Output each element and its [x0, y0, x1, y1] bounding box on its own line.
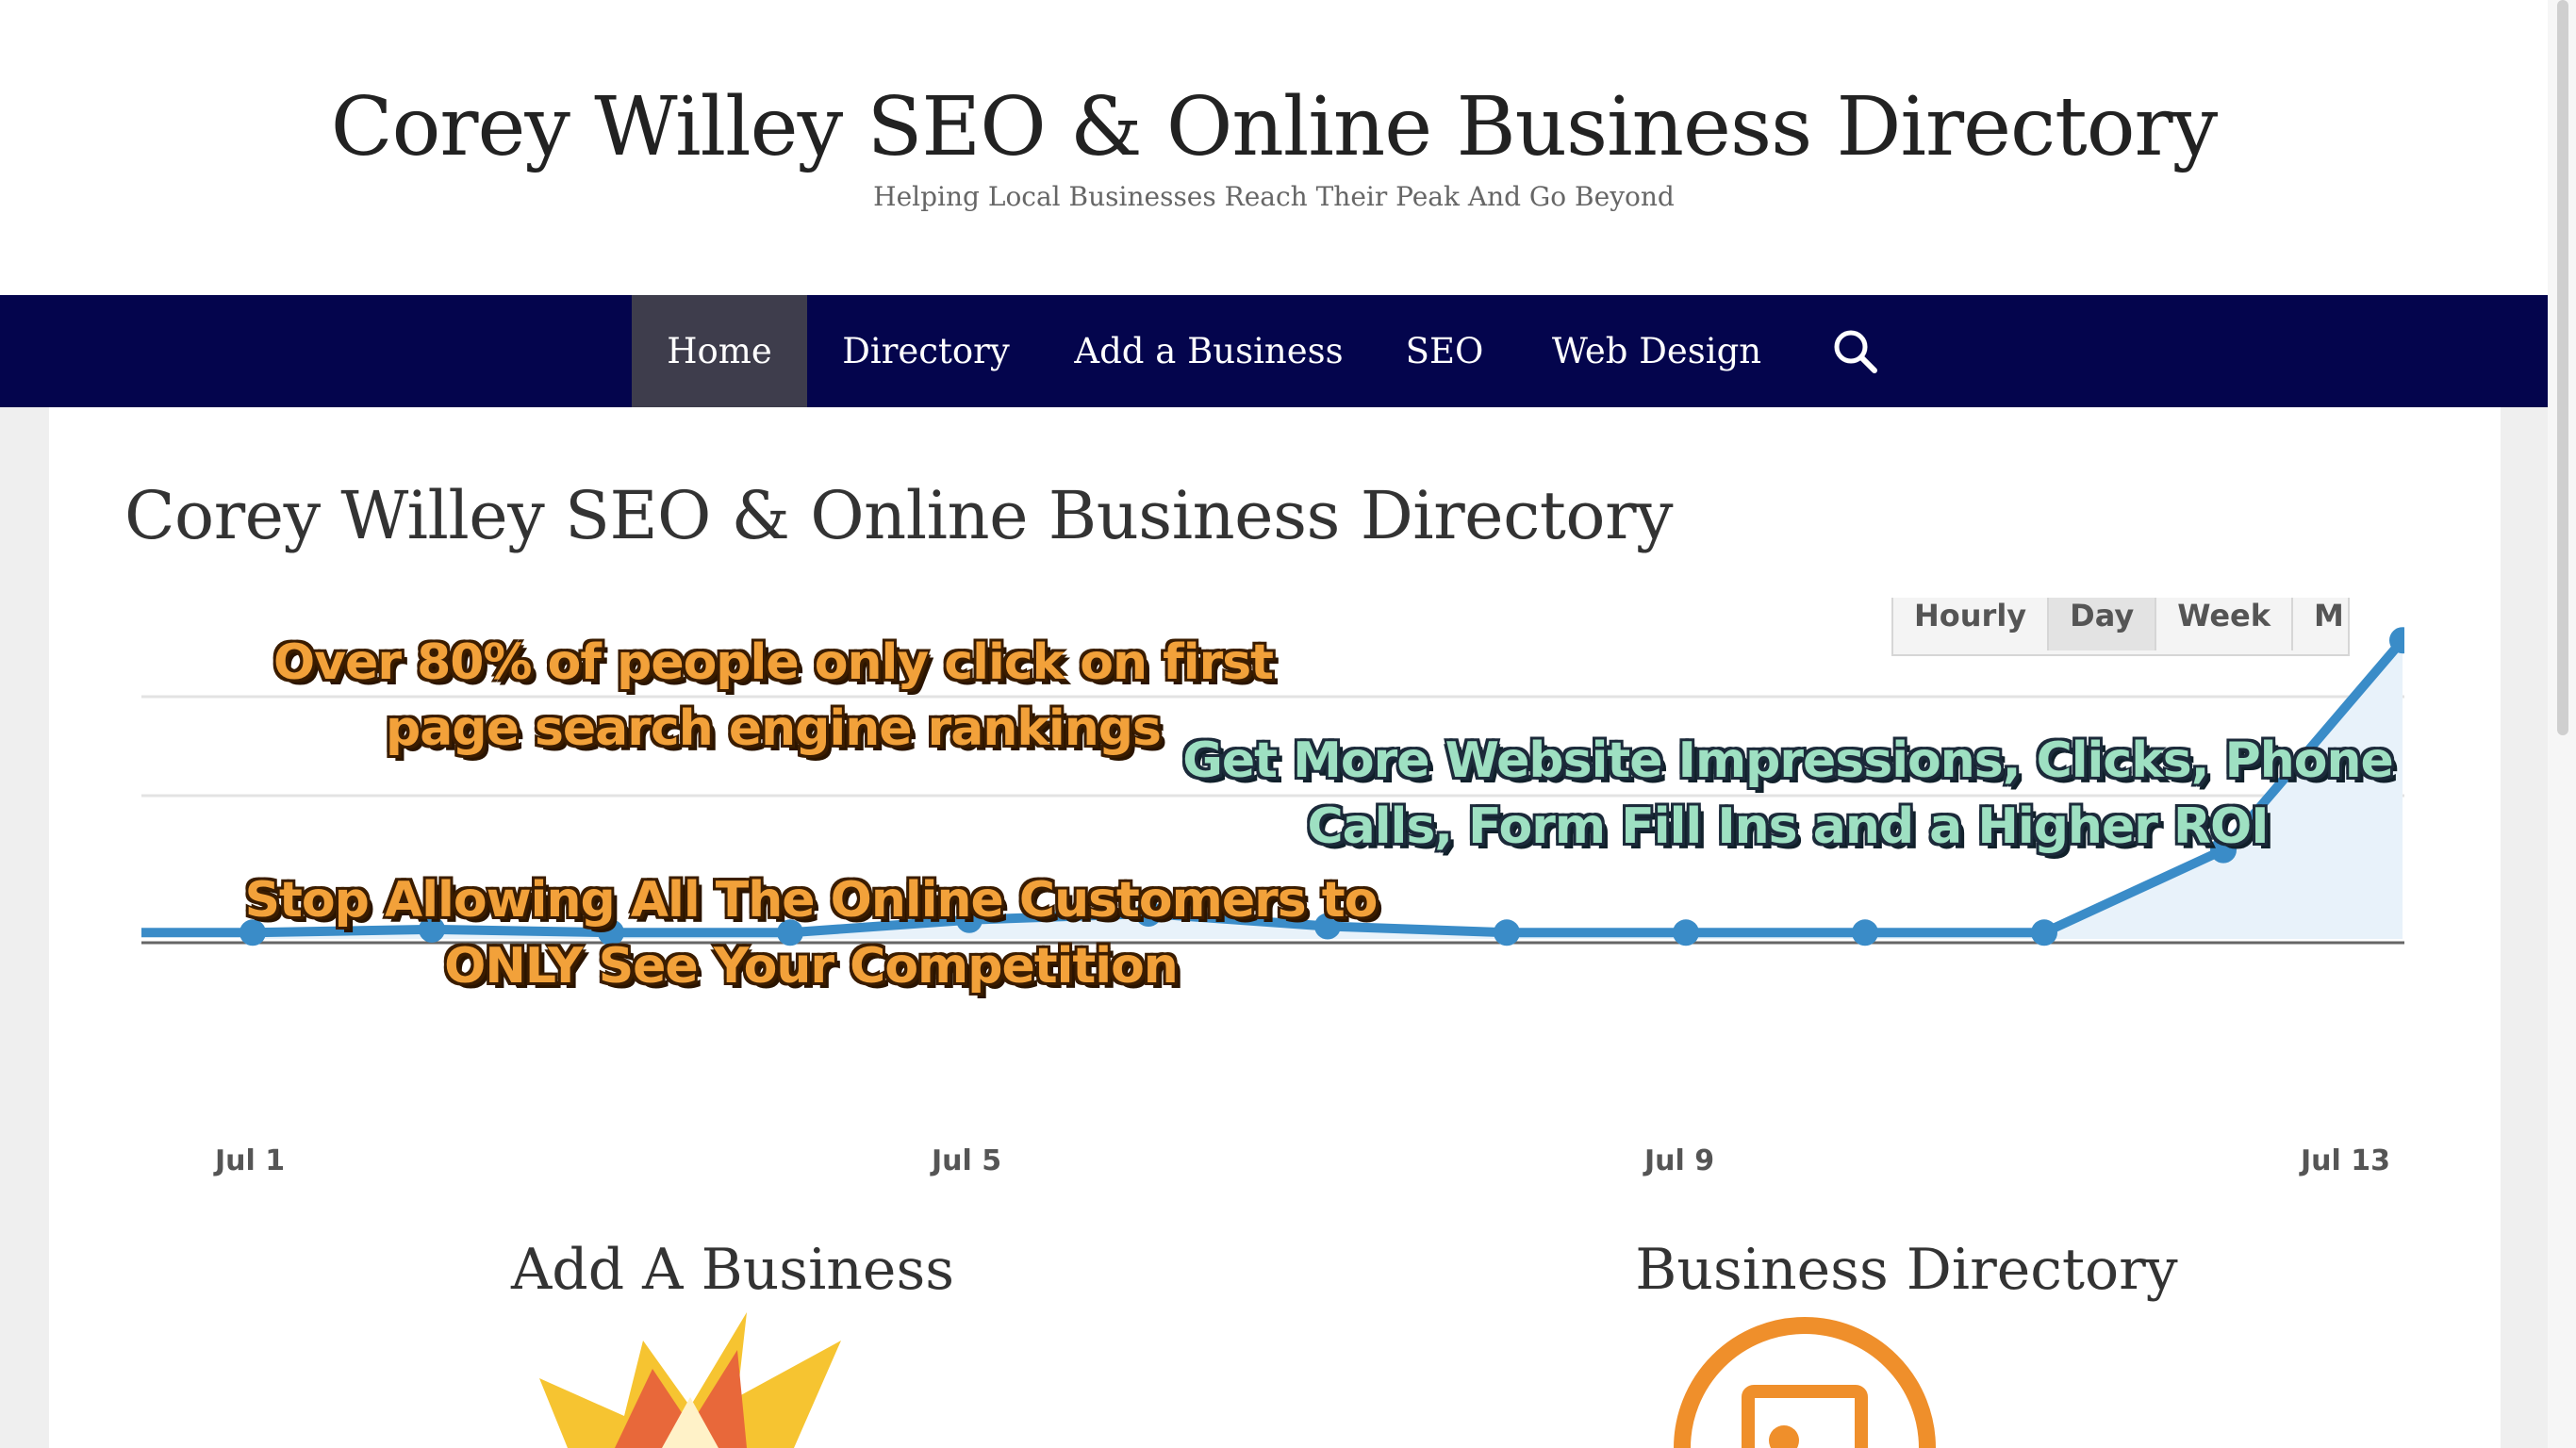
data-point: [2031, 919, 2057, 946]
promo-line: Calls, Form Fill Ins and a Higher ROI: [1307, 798, 2269, 855]
tab-hourly[interactable]: Hourly: [1893, 598, 2050, 650]
nav-item-home[interactable]: Home: [632, 295, 807, 407]
promo-line: Over 80% of people only click on first: [272, 634, 1274, 691]
main-content: Corey Willey SEO & Online Business Direc…: [49, 407, 2501, 1448]
section-heading-add-business: Add A Business: [510, 1237, 955, 1303]
x-tick-label: Jul 9: [1644, 1144, 1715, 1177]
promo-line: Stop Allowing All The Online Customers t…: [244, 872, 1379, 929]
add-business-burst-icon[interactable]: [511, 1312, 869, 1448]
promo-line: ONLY See Your Competition: [444, 938, 1179, 995]
promo-text-impressions: Get More Website Impressions, Clicks, Ph…: [1175, 728, 2401, 860]
x-tick-label: Jul 5: [932, 1144, 1002, 1177]
business-directory-icon[interactable]: [1663, 1312, 1946, 1448]
data-point: [1852, 919, 1878, 946]
promo-line: Get More Website Impressions, Clicks, Ph…: [1182, 732, 2394, 789]
tab-week[interactable]: Week: [2156, 598, 2294, 650]
main-navigation: Home Directory Add a Business SEO Web De…: [0, 295, 2548, 407]
search-icon[interactable]: [1829, 325, 1882, 378]
promo-text-competition: Stop Allowing All The Online Customers t…: [189, 867, 1433, 999]
x-tick-label: Jul 1: [215, 1144, 286, 1177]
data-point: [1673, 919, 1699, 946]
data-point: [1494, 919, 1520, 946]
nav-item-web-design[interactable]: Web Design: [1541, 295, 1773, 407]
section-heading-business-directory: Business Directory: [1635, 1237, 2178, 1303]
scrollbar-thumb[interactable]: [2557, 0, 2568, 735]
nav-item-directory[interactable]: Directory: [817, 295, 1035, 407]
time-range-tabs: Hourly Day Week M: [1891, 598, 2350, 656]
site-header: Corey Willey SEO & Online Business Direc…: [0, 0, 2548, 295]
nav-item-add-business[interactable]: Add a Business: [1065, 295, 1352, 407]
site-title[interactable]: Corey Willey SEO & Online Business Direc…: [0, 75, 2548, 179]
nav-item-seo[interactable]: SEO: [1386, 295, 1503, 407]
page-scrollbar[interactable]: [2548, 0, 2576, 1448]
page-title: Corey Willey SEO & Online Business Direc…: [124, 477, 1674, 554]
tab-day[interactable]: Day: [2049, 598, 2157, 650]
traffic-banner: Hourly Day Week M Over 80% of people onl…: [141, 598, 2404, 995]
x-tick-label: Jul 13: [2301, 1144, 2390, 1177]
site-tagline: Helping Local Businesses Reach Their Pea…: [873, 181, 1675, 212]
tab-month[interactable]: M: [2293, 598, 2348, 650]
